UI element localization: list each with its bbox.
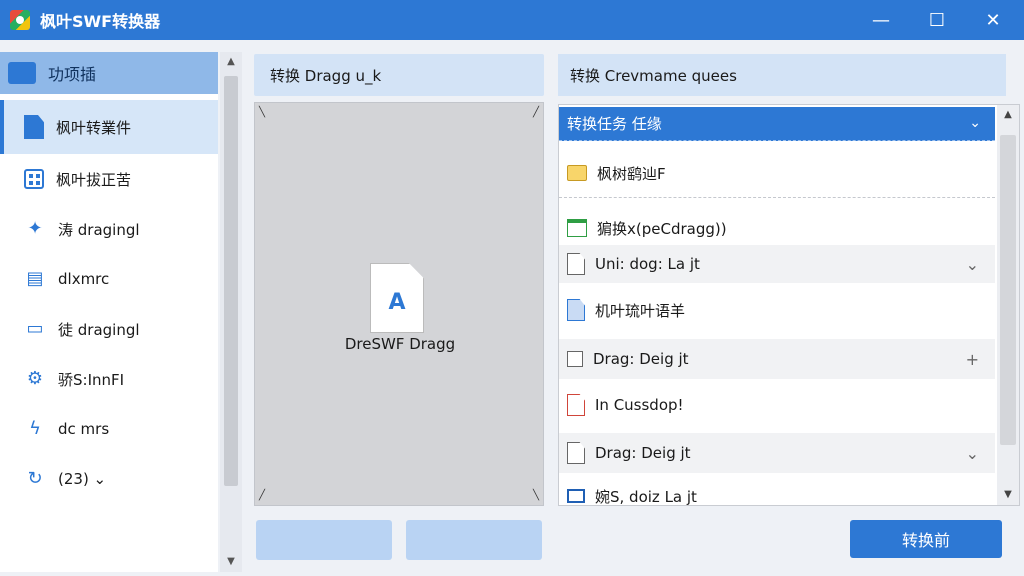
queue-row[interactable]: Uni: dog: La jt ⌄ [559, 245, 995, 283]
sidebar-item-label: dlxmrc [58, 270, 110, 288]
corner-mark: ╱ [259, 490, 266, 501]
scroll-down-icon[interactable]: ▼ [997, 489, 1019, 500]
checkbox-icon[interactable] [567, 351, 583, 367]
queue-row-label: 婉S, doiz La jt [595, 487, 697, 506]
sidebar-item-label: 枫叶转業件 [56, 118, 132, 137]
queue-row-label: Drag: Deig jt [593, 350, 689, 368]
image-file-icon [567, 219, 587, 237]
scroll-down-icon[interactable]: ▼ [220, 556, 242, 567]
title-bar: 枫叶SWF转换器 — ☐ ✕ [0, 0, 1024, 40]
file-icon [567, 442, 585, 464]
sidebar-item-2[interactable]: 枫叶拔正苦 [0, 154, 218, 204]
queue-row[interactable]: Drag: Deig jt + [559, 339, 995, 379]
queue-row-label: 猏换x(peCdragg)) [597, 219, 727, 238]
window-icon [567, 489, 585, 503]
window-title: 枫叶SWF转换器 [40, 12, 161, 31]
corner-mark: ╲ [532, 490, 539, 501]
file-edit-icon: ▤ [26, 268, 44, 289]
queue-row[interactable]: 婉S, doiz La jt [559, 479, 995, 506]
file-glyph: A [388, 289, 406, 315]
red-file-icon [567, 394, 585, 416]
close-button[interactable]: ✕ [970, 0, 1016, 40]
scroll-up-icon[interactable]: ▲ [997, 109, 1019, 120]
chevron-down-icon[interactable]: ⌄ [966, 444, 979, 463]
document-icon [24, 115, 44, 139]
blue-file-icon [567, 299, 585, 321]
sidebar-item-convert[interactable]: 枫叶转業件 [0, 100, 218, 154]
corner-mark: ╱ [532, 107, 539, 118]
queue-row[interactable]: 枫树鹞辿F [559, 153, 995, 193]
refresh-icon: ↻ [27, 468, 43, 489]
chevron-down-icon[interactable]: ⌄ [969, 115, 981, 131]
swf-file-icon: A [370, 263, 424, 333]
minimize-button[interactable]: — [858, 0, 904, 40]
queue-row-label: Uni: dog: La jt [595, 255, 700, 273]
queue-row-label: Drag: Deig jt [595, 444, 691, 462]
grid-icon [24, 169, 44, 189]
chevron-down-icon[interactable]: ⌄ [966, 255, 979, 274]
sidebar-item-label: 骄S:InnFI [58, 370, 125, 389]
sidebar-item-7[interactable]: ϟ dc mrs [0, 404, 218, 454]
sidebar-item-label: 涛 dragingl [58, 220, 140, 239]
clear-button[interactable] [406, 520, 542, 560]
plus-icon[interactable]: + [966, 350, 979, 369]
sidebar-header-label: 功项插 [48, 65, 97, 84]
sidebar: 功项插 枫叶转業件 枫叶拔正苦 ✦ 涛 dragingl ▤ dlxmrc ▭ … [0, 52, 218, 572]
queue-row[interactable]: 猏换x(peCdragg)) [559, 209, 995, 247]
maximize-button[interactable]: ☐ [914, 0, 960, 40]
queue-row[interactable]: 机叶琉叶语羊 [559, 289, 995, 331]
app-logo-icon [10, 10, 30, 30]
sidebar-item-label: (23) ⌄ [58, 470, 107, 488]
queue-row[interactable]: In Cussdop! [559, 383, 995, 427]
lightning-gear-icon: ϟ [29, 418, 41, 439]
drop-panel-header: 转换 Dragg u_k [254, 54, 544, 96]
queue-row-label: 机叶琉叶语羊 [595, 301, 686, 320]
scrollbar-thumb[interactable] [224, 76, 238, 486]
queue-scrollbar[interactable]: ▲ ▼ [997, 105, 1019, 505]
menu-icon [8, 62, 36, 84]
sparkle-icon: ✦ [27, 218, 43, 239]
gear-icon: ⚙ [26, 368, 44, 389]
queue-row-label: 枫树鹞辿F [597, 164, 666, 183]
scrollbar-thumb[interactable] [1000, 135, 1016, 445]
monitor-icon: ▭ [26, 318, 44, 339]
drop-zone[interactable]: ╲ ╱ ╱ ╲ A DreSWF Dragg [254, 102, 544, 506]
sidebar-item-label: 枫叶拔正苦 [56, 170, 132, 189]
queue-row[interactable]: Drag: Deig jt ⌄ [559, 433, 995, 473]
sidebar-scrollbar[interactable]: ▲ ▼ [220, 52, 242, 572]
queue-group-header[interactable]: 转换任务 任缘 ⌄ [559, 107, 995, 141]
queue-panel-header: 转换 Crevmame quees [558, 54, 1006, 96]
sidebar-item-6[interactable]: ⚙ 骄S:InnFI [0, 354, 218, 404]
convert-button[interactable]: 转换前 [850, 520, 1002, 558]
scroll-up-icon[interactable]: ▲ [220, 56, 242, 67]
sidebar-item-3[interactable]: ✦ 涛 dragingl [0, 204, 218, 254]
conversion-queue: 转换任务 任缘 ⌄ 枫树鹞辿F 猏换x(peCdragg)) Uni: dog:… [558, 104, 1020, 506]
corner-mark: ╲ [259, 107, 266, 118]
sidebar-header[interactable]: 功项插 [0, 52, 218, 94]
sidebar-item-label: 徒 dragingl [58, 320, 140, 339]
folder-icon [567, 165, 587, 181]
sidebar-item-5[interactable]: ▭ 徒 dragingl [0, 304, 218, 354]
queue-group-label: 转换任务 任缘 [567, 115, 662, 133]
sidebar-item-label: dc mrs [58, 420, 110, 438]
sidebar-item-4[interactable]: ▤ dlxmrc [0, 254, 218, 304]
file-icon [567, 253, 585, 275]
queue-row-label: In Cussdop! [595, 396, 684, 414]
add-files-button[interactable] [256, 520, 392, 560]
sidebar-item-8[interactable]: ↻ (23) ⌄ [0, 454, 218, 504]
drop-zone-label: DreSWF Dragg [344, 335, 456, 353]
divider [559, 197, 995, 198]
